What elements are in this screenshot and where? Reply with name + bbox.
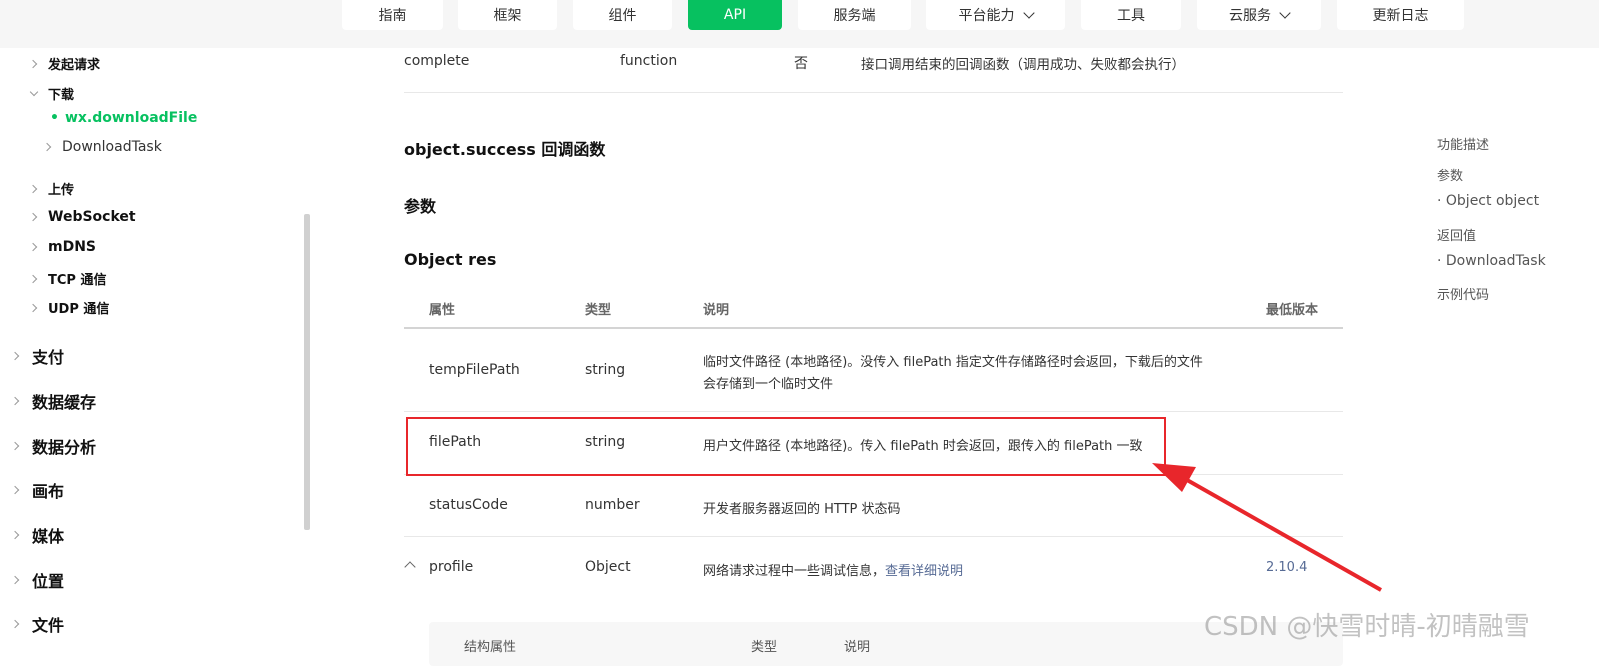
arrow-head-icon — [1152, 463, 1196, 492]
arrow-annotation — [1152, 463, 1382, 592]
arrow-shaft — [1179, 474, 1382, 592]
watermark: CSDN @快雪时晴-初晴融雪 — [1204, 612, 1530, 642]
